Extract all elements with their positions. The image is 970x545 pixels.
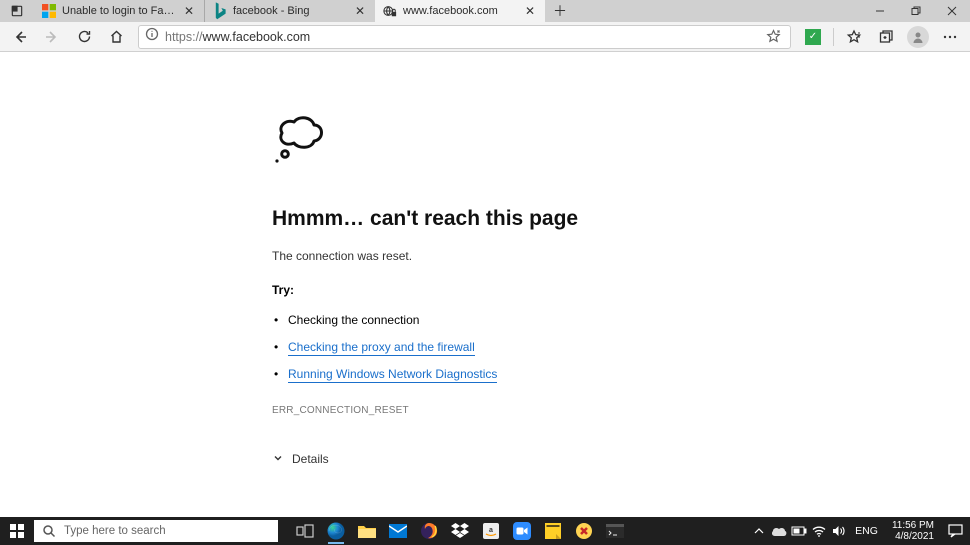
network-diagnostics-link[interactable]: Running Windows Network Diagnostics: [288, 367, 497, 383]
collections-icon[interactable]: [872, 23, 900, 51]
home-button[interactable]: [102, 23, 130, 51]
list-item: Running Windows Network Diagnostics: [272, 361, 682, 388]
firefox-icon[interactable]: [414, 517, 444, 545]
file-explorer-icon[interactable]: [352, 517, 382, 545]
tab-title: www.facebook.com: [403, 5, 517, 17]
menu-button[interactable]: [936, 23, 964, 51]
edge-icon[interactable]: [321, 517, 351, 545]
details-toggle[interactable]: Details: [272, 452, 682, 467]
tab-close-icon[interactable]: ✕: [182, 4, 196, 18]
action-center-icon[interactable]: [944, 520, 966, 542]
forward-button[interactable]: [38, 23, 66, 51]
error-title: Hmmm… can't reach this page: [272, 207, 682, 231]
tabs: Unable to login to Facebook thro... ✕ fa…: [34, 0, 862, 22]
app-generic-icon[interactable]: [569, 517, 599, 545]
close-button[interactable]: [934, 0, 970, 22]
system-tray: ENG 11:56 PM 4/8/2021: [751, 517, 970, 545]
start-button[interactable]: [0, 517, 34, 545]
new-tab-button[interactable]: ＋: [545, 0, 575, 22]
error-message: The connection was reset.: [272, 249, 682, 263]
extension-check-icon[interactable]: ✓: [799, 23, 827, 51]
back-button[interactable]: [6, 23, 34, 51]
taskbar: Type here to search a ENG 11:56 PM 4/8/2…: [0, 517, 970, 545]
list-item: Checking the proxy and the firewall: [272, 334, 682, 361]
details-label: Details: [292, 452, 329, 466]
tab-2[interactable]: www.facebook.com ✕: [375, 0, 545, 22]
search-icon: [42, 524, 56, 538]
zoom-icon[interactable]: [507, 517, 537, 545]
dropbox-icon[interactable]: [445, 517, 475, 545]
try-label: Try:: [272, 283, 682, 297]
browser-titlebar: Unable to login to Facebook thro... ✕ fa…: [0, 0, 970, 22]
globe-lock-favicon-icon: [383, 4, 397, 18]
favorites-icon[interactable]: [840, 23, 868, 51]
tab-0[interactable]: Unable to login to Facebook thro... ✕: [34, 0, 204, 22]
task-view-icon[interactable]: [290, 517, 320, 545]
search-placeholder: Type here to search: [64, 525, 166, 537]
list-item: Checking the connection: [272, 307, 682, 334]
onedrive-icon[interactable]: [771, 523, 787, 539]
svg-text:a: a: [489, 527, 493, 534]
task-icons: a: [290, 517, 630, 545]
battery-icon[interactable]: [791, 523, 807, 539]
page-content: Hmmm… can't reach this page The connecti…: [0, 52, 970, 517]
url-text: https://www.facebook.com: [165, 30, 756, 44]
site-info-icon[interactable]: [145, 27, 159, 46]
language-indicator[interactable]: ENG: [851, 525, 882, 537]
tab-close-icon[interactable]: ✕: [523, 4, 537, 18]
app-icon: [0, 0, 34, 22]
taskbar-search[interactable]: Type here to search: [34, 520, 278, 542]
volume-icon[interactable]: [831, 523, 847, 539]
mail-icon[interactable]: [383, 517, 413, 545]
profile-button[interactable]: [904, 23, 932, 51]
clock-time: 11:56 PM: [892, 520, 934, 532]
tab-1[interactable]: facebook - Bing ✕: [205, 0, 375, 22]
tab-title: Unable to login to Facebook thro...: [62, 5, 176, 17]
tab-close-icon[interactable]: ✕: [353, 4, 367, 18]
terminal-icon[interactable]: [600, 517, 630, 545]
minimize-button[interactable]: [862, 0, 898, 22]
chevron-down-icon: [272, 452, 284, 467]
address-bar[interactable]: https://www.facebook.com: [138, 25, 791, 49]
tab-title: facebook - Bing: [233, 5, 347, 17]
clock[interactable]: 11:56 PM 4/8/2021: [886, 520, 940, 543]
ms-favicon-icon: [42, 4, 56, 18]
clock-date: 4/8/2021: [895, 531, 934, 543]
amazon-icon[interactable]: a: [476, 517, 506, 545]
refresh-button[interactable]: [70, 23, 98, 51]
sticky-notes-icon[interactable]: [538, 517, 568, 545]
favorite-star-icon[interactable]: [762, 29, 784, 44]
window-controls: [862, 0, 970, 22]
error-code: ERR_CONNECTION_RESET: [272, 405, 682, 416]
maximize-button[interactable]: [898, 0, 934, 22]
bing-favicon-icon: [213, 4, 227, 18]
wifi-icon[interactable]: [811, 523, 827, 539]
thinking-cloud-icon: [272, 116, 682, 171]
tray-chevron-up-icon[interactable]: [751, 523, 767, 539]
browser-toolbar: https://www.facebook.com ✓: [0, 22, 970, 52]
proxy-firewall-link[interactable]: Checking the proxy and the firewall: [288, 340, 475, 356]
suggestions-list: Checking the connection Checking the pro…: [272, 307, 682, 389]
